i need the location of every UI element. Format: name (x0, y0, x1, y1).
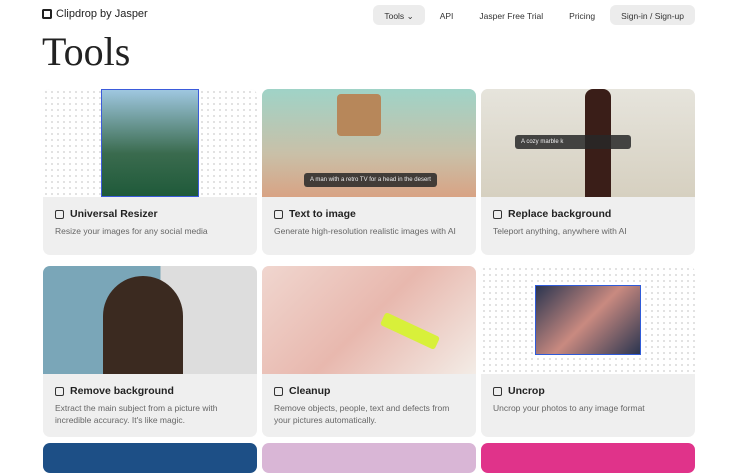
card-title: Cleanup (289, 385, 331, 397)
tool-card-next[interactable] (481, 443, 695, 473)
tool-card-remove-background[interactable]: Remove background Extract the main subje… (43, 266, 257, 437)
card-desc: Resize your images for any social media (55, 226, 208, 236)
nav-pricing[interactable]: Pricing (558, 5, 606, 25)
card-desc: Remove objects, people, text and defects… (274, 403, 450, 425)
sign-in-button[interactable]: Sign-in / Sign-up (610, 5, 695, 25)
page-title: Tools (42, 29, 131, 74)
card-desc: Uncrop your photos to any image format (493, 403, 645, 413)
card-image (481, 266, 695, 374)
card-image: A man with a retro TV for a head in the … (262, 89, 476, 197)
uncrop-icon (493, 386, 502, 396)
prompt-caption: A man with a retro TV for a head in the … (304, 173, 437, 187)
card-image (43, 89, 257, 197)
logo-text: Clipdrop by Jasper (56, 8, 148, 20)
text-image-icon (274, 209, 283, 219)
logo[interactable]: Clipdrop by Jasper (42, 8, 148, 20)
logo-icon (42, 9, 52, 19)
card-title: Text to image (289, 208, 356, 220)
eraser-icon (274, 386, 283, 396)
card-desc: Extract the main subject from a picture … (55, 403, 218, 425)
card-image: A cozy marble k (481, 89, 695, 197)
nav-tools[interactable]: Tools ⌄ (373, 5, 425, 25)
tool-card-cleanup[interactable]: Cleanup Remove objects, people, text and… (262, 266, 476, 437)
card-image (43, 266, 257, 374)
tool-card-next[interactable] (43, 443, 257, 473)
prompt-caption: A cozy marble k (515, 135, 631, 149)
card-desc: Teleport anything, anywhere with AI (493, 226, 627, 236)
card-image (262, 266, 476, 374)
card-title: Uncrop (508, 385, 545, 397)
remove-bg-icon (55, 386, 64, 396)
card-desc: Generate high-resolution realistic image… (274, 226, 456, 236)
resize-icon (55, 209, 64, 219)
tool-card-next[interactable] (262, 443, 476, 473)
tool-card-uncrop[interactable]: Uncrop Uncrop your photos to any image f… (481, 266, 695, 437)
nav-api[interactable]: API (429, 5, 465, 25)
tool-card-replace-background[interactable]: A cozy marble k Replace background Telep… (481, 89, 695, 255)
top-nav: Tools ⌄ API Jasper Free Trial Pricing Si… (373, 5, 695, 25)
chevron-down-icon: ⌄ (406, 11, 414, 21)
card-title: Remove background (70, 385, 174, 397)
tool-card-text-to-image[interactable]: A man with a retro TV for a head in the … (262, 89, 476, 255)
replace-bg-icon (493, 209, 502, 219)
tool-card-universal-resizer[interactable]: Universal Resizer Resize your images for… (43, 89, 257, 255)
card-title: Universal Resizer (70, 208, 158, 220)
card-title: Replace background (508, 208, 612, 220)
nav-jasper-trial[interactable]: Jasper Free Trial (468, 5, 554, 25)
